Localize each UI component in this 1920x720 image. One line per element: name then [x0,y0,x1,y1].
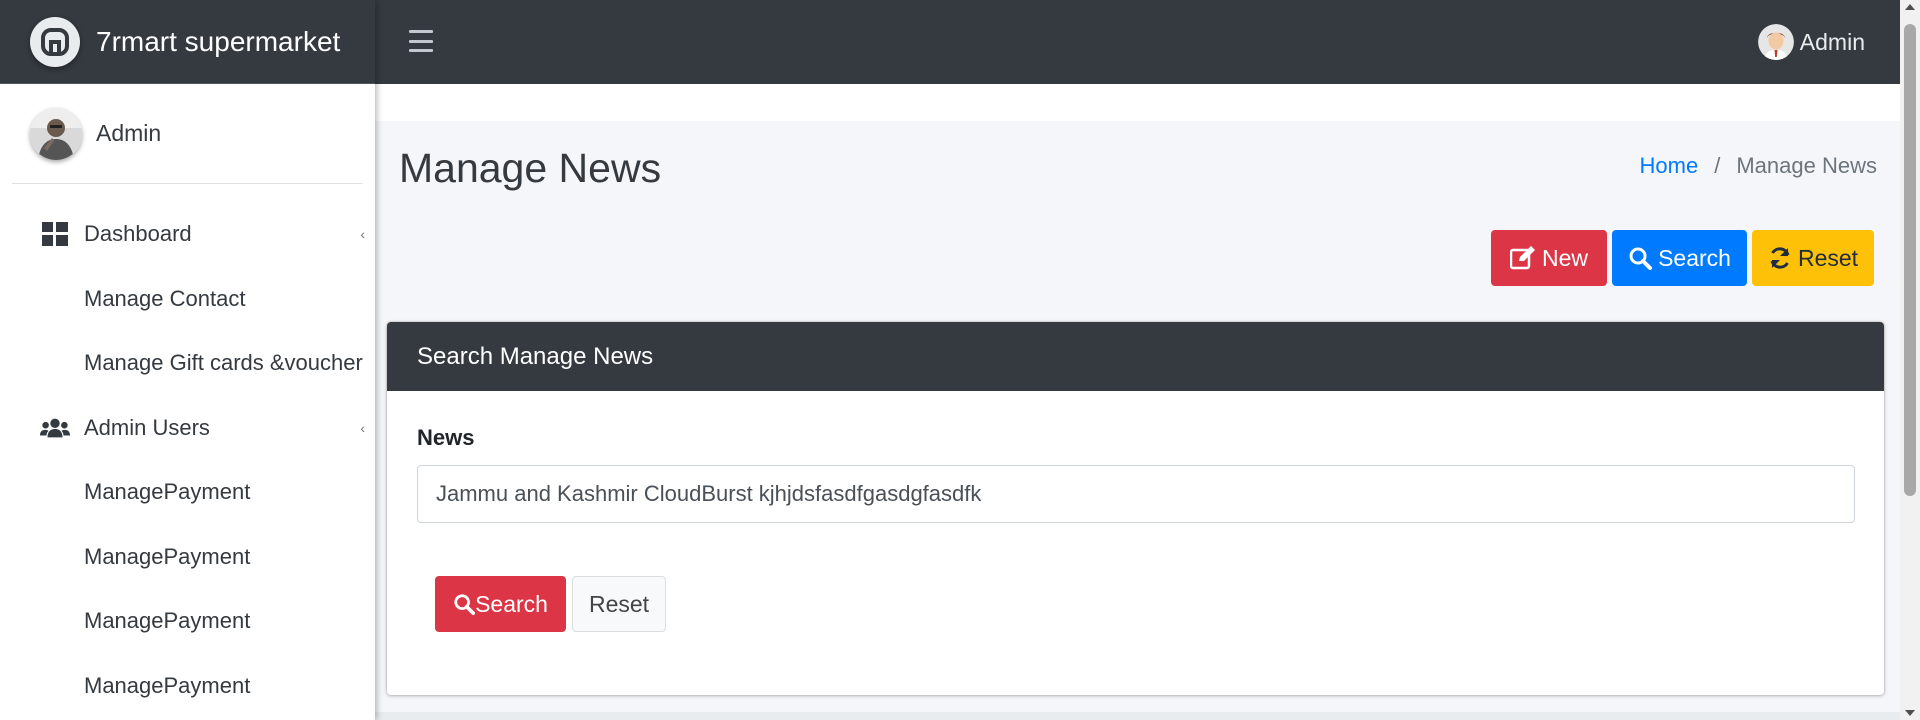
brand-logo-icon [30,16,80,67]
sidebar-user-name: Admin [96,120,162,146]
new-button-label: New [1541,244,1588,271]
users-icon [40,413,70,443]
search-icon [454,594,476,615]
card-body: News Search Reset [387,391,1884,632]
news-search-input[interactable] [417,465,1855,523]
sidebar-item-admin-users[interactable]: Admin Users ‹ [0,396,375,461]
chevron-left-icon: ‹ [360,419,365,436]
breadcrumb-home-link[interactable]: Home [1640,153,1699,179]
sidebar-item-label: Dashboard [84,221,192,247]
avatar [30,107,82,160]
top-navbar: Admin [375,0,1900,84]
scroll-down-arrow-icon[interactable] [1905,710,1915,716]
sidebar: 7rmart supermarket Admin Dashboard ‹ Man… [0,0,375,720]
sidebar-item-manage-contact[interactable]: Manage Contact [0,267,375,332]
breadcrumb: Home / Manage News [1640,153,1877,179]
search-submit-label: Search [475,590,548,617]
top-user-name: Admin [1799,28,1865,55]
sidebar-item-label: Admin Users [84,414,210,440]
news-field-label: News [417,425,475,450]
search-card: Search Manage News News Search Reset [387,322,1884,695]
brand-name: 7rmart supermarket [96,25,341,57]
sidebar-item-dashboard[interactable]: Dashboard ‹ [0,202,375,267]
brand-link[interactable]: 7rmart supermarket [0,0,375,84]
sidebar-item-manage-payment[interactable]: ManagePayment [0,589,375,654]
dashboard-icon [40,219,70,249]
sidebar-item-label: Manage Contact [84,285,246,311]
user-avatar-icon [1757,24,1794,60]
form-buttons: Search Reset [435,576,1854,632]
search-toggle-button[interactable]: Search [1612,230,1747,286]
content-header-strip [375,84,1900,121]
sidebar-item-label: Manage Gift cards &voucher [84,350,363,376]
search-submit-button[interactable]: Search [435,576,566,632]
sidebar-item-label: ManagePayment [84,543,251,569]
reset-form-button[interactable]: Reset [572,576,666,632]
page-title: Manage News [399,145,662,191]
scroll-up-arrow-icon[interactable] [1905,4,1915,10]
breadcrumb-separator: / [1714,153,1721,178]
top-user-menu[interactable]: Admin [1757,24,1865,60]
new-button[interactable]: New [1491,230,1607,286]
card-title: Search Manage News [387,322,1884,391]
sync-icon [1770,247,1790,269]
sidebar-nav: Dashboard ‹ Manage Contact Manage Gift c… [0,184,375,718]
bottom-strip [375,712,1900,720]
breadcrumb-current: Manage News [1736,153,1877,178]
reset-form-label: Reset [588,590,650,617]
chevron-left-icon: ‹ [360,226,365,243]
reset-toolbar-label: Reset [1797,244,1859,271]
hamburger-icon[interactable] [409,30,433,52]
sidebar-item-manage-gift-cards[interactable]: Manage Gift cards &voucher [0,331,375,396]
sidebar-item-manage-payment[interactable]: ManagePayment [0,460,375,525]
sidebar-item-manage-payment[interactable]: ManagePayment [0,654,375,719]
edit-icon [1509,246,1535,270]
sidebar-item-label: ManagePayment [84,608,251,634]
sidebar-user-panel[interactable]: Admin [12,84,363,184]
sidebar-item-label: ManagePayment [84,479,251,505]
reset-toolbar-button[interactable]: Reset [1752,230,1874,286]
sidebar-item-manage-payment[interactable]: ManagePayment [0,525,375,590]
page-scrollbar[interactable] [1900,0,1920,720]
scroll-thumb[interactable] [1904,24,1916,496]
sidebar-item-label: ManagePayment [84,672,251,698]
search-icon [1629,247,1653,270]
search-toggle-label: Search [1658,244,1731,271]
